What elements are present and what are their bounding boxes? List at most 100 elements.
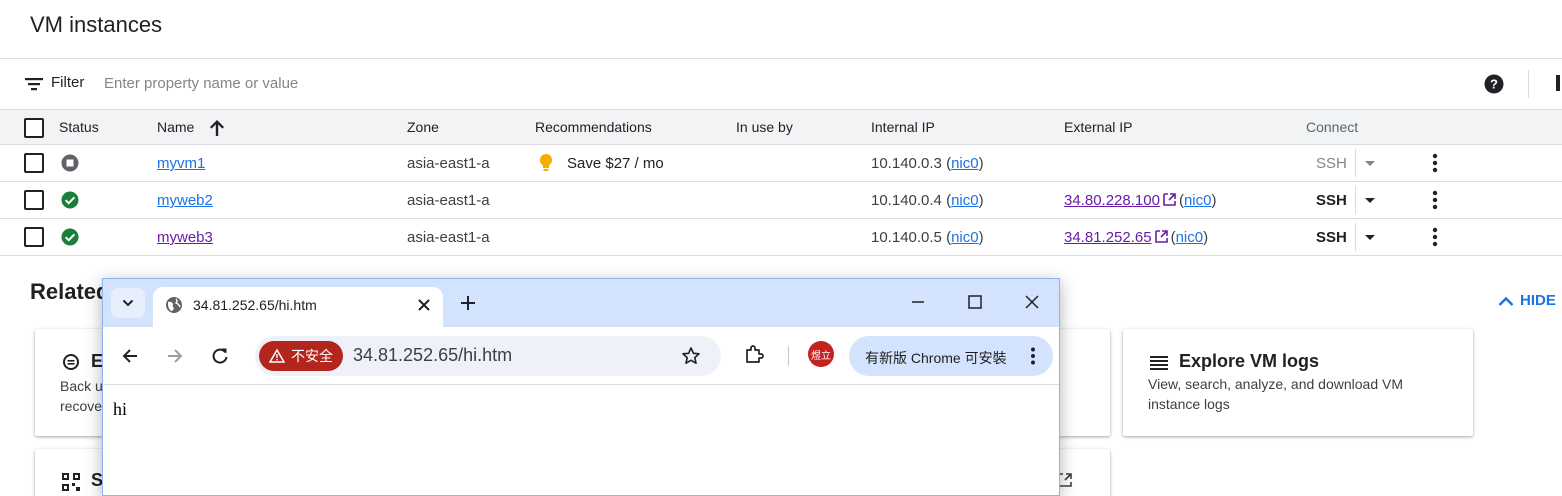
divider	[1355, 149, 1356, 177]
avatar-label: 煜立	[811, 350, 831, 362]
open-in-new-icon	[1154, 230, 1168, 243]
running-status-icon	[61, 191, 79, 209]
forward-arrow-icon[interactable]	[165, 346, 185, 366]
filter-label[interactable]: Filter	[51, 74, 84, 91]
running-status-icon	[61, 228, 79, 246]
external-ip-link[interactable]: 34.81.252.65	[1064, 229, 1152, 246]
row-checkbox[interactable]	[24, 227, 44, 247]
chrome-update-button[interactable]: 有新版 Chrome 可安裝	[849, 336, 1053, 376]
page-title: VM instances	[30, 12, 163, 37]
table-row: myvm1 asia-east1-a Save $27 / mo 10.140.…	[0, 145, 1562, 182]
update-label: 有新版 Chrome 可安裝	[865, 350, 1007, 366]
bookmark-star-icon[interactable]	[681, 346, 701, 366]
maximize-icon[interactable]	[966, 293, 984, 311]
close-window-icon[interactable]	[1023, 293, 1041, 311]
help-icon[interactable]: ?	[1484, 74, 1504, 94]
card-title: Explore VM logs	[1179, 351, 1320, 371]
card-description: Back u	[60, 378, 103, 394]
page-content-text: hi	[113, 399, 128, 419]
instance-name-link[interactable]: myweb3	[157, 229, 213, 246]
table-header: Status Name Zone Recommendations In use …	[0, 109, 1562, 145]
globe-icon	[166, 297, 182, 313]
column-header-name[interactable]: Name	[157, 119, 194, 135]
filter-icon[interactable]	[24, 74, 44, 94]
security-label: 不安全	[291, 348, 333, 364]
qr-code-icon	[62, 473, 80, 491]
close-tab-icon[interactable]	[415, 296, 433, 314]
hide-related-button[interactable]: HIDE	[1498, 292, 1556, 309]
open-in-new-icon	[1163, 193, 1176, 206]
more-actions-icon[interactable]	[1426, 226, 1444, 248]
not-secure-chip[interactable]: 不安全	[259, 341, 343, 371]
external-ip-cell: 34.80.228.100 (nic0)	[1064, 192, 1217, 209]
column-header-zone: Zone	[407, 119, 439, 135]
zone-cell: asia-east1-a	[407, 155, 490, 172]
address-bar[interactable]: 不安全 34.81.252.65/hi.htm	[255, 336, 721, 376]
column-header-internal-ip: Internal IP	[871, 119, 935, 135]
tab-title: 34.81.252.65/hi.htm	[193, 297, 317, 313]
table-row: myweb2 asia-east1-a 10.140.0.4 (nic0) 34…	[0, 182, 1562, 219]
ssh-dropdown-icon[interactable]	[1364, 231, 1376, 243]
divider	[1355, 223, 1356, 251]
related-card-explore-logs[interactable]: Explore VM logs View, search, analyze, a…	[1123, 329, 1473, 436]
minimize-icon[interactable]	[909, 293, 927, 311]
svg-text:?: ?	[1490, 77, 1498, 92]
nic-link[interactable]: nic0	[951, 192, 979, 209]
url-text[interactable]: 34.81.252.65/hi.htm	[353, 345, 512, 366]
chevron-up-icon	[1498, 296, 1514, 306]
divider	[1355, 186, 1356, 214]
column-header-status: Status	[59, 119, 99, 135]
card-description: View, search, analyze, and download VM	[1148, 376, 1404, 392]
zone-cell: asia-east1-a	[407, 229, 490, 246]
divider	[788, 346, 789, 366]
recommendation-link[interactable]: Save $27 / mo	[567, 155, 664, 172]
hide-label: HIDE	[1520, 292, 1556, 309]
divider	[1528, 70, 1529, 98]
card-description: instance logs	[1148, 396, 1230, 412]
external-ip-cell: 34.81.252.65 (nic0)	[1064, 229, 1209, 246]
ssh-button[interactable]: SSH	[1316, 229, 1347, 246]
browser-tab[interactable]: 34.81.252.65/hi.htm	[153, 287, 443, 327]
profile-avatar[interactable]: 煜立	[808, 341, 834, 367]
instance-name-link[interactable]: myvm1	[157, 155, 205, 172]
row-checkbox[interactable]	[24, 190, 44, 210]
filter-bar: Filter ?	[0, 59, 1562, 109]
browser-window: 34.81.252.65/hi.htm 不安全 34.81.252.65/hi.…	[102, 278, 1060, 496]
ssh-dropdown-icon[interactable]	[1364, 194, 1376, 206]
nic-link[interactable]: nic0	[1184, 192, 1212, 209]
table-row: myweb3 asia-east1-a 10.140.0.5 (nic0) 34…	[0, 219, 1562, 256]
tab-search-button[interactable]	[111, 288, 145, 318]
internal-ip-value: 10.140.0.4	[871, 192, 942, 209]
internal-ip-value: 10.140.0.3	[871, 155, 942, 172]
nic-link[interactable]: nic0	[951, 155, 979, 172]
select-all-checkbox[interactable]	[24, 118, 44, 138]
ssh-dropdown-icon[interactable]	[1364, 157, 1376, 169]
nic-link[interactable]: nic0	[951, 229, 979, 246]
sort-ascending-icon[interactable]	[209, 119, 225, 137]
nic-link[interactable]: nic0	[1176, 229, 1204, 246]
more-menu-icon[interactable]	[1029, 346, 1037, 366]
internal-ip-cell: 10.140.0.3 (nic0)	[871, 155, 984, 172]
back-arrow-icon[interactable]	[120, 346, 140, 366]
lightbulb-icon	[540, 154, 552, 171]
instance-name-link[interactable]: myweb2	[157, 192, 213, 209]
external-ip-link[interactable]: 34.80.228.100	[1064, 192, 1160, 209]
browser-toolbar: 不安全 34.81.252.65/hi.htm 煜立 有新版 Chrome 可安…	[103, 327, 1059, 385]
card-description: recove	[60, 398, 103, 414]
new-tab-icon[interactable]	[458, 293, 478, 313]
backup-icon	[63, 354, 79, 370]
extensions-icon[interactable]	[743, 344, 765, 366]
reload-icon[interactable]	[210, 346, 230, 366]
ssh-button[interactable]: SSH	[1316, 155, 1347, 172]
open-in-new-icon[interactable]	[1058, 473, 1072, 487]
column-display-icon[interactable]	[1556, 75, 1560, 91]
more-actions-icon[interactable]	[1426, 152, 1444, 174]
column-header-recommendations: Recommendations	[535, 119, 652, 135]
internal-ip-cell: 10.140.0.5 (nic0)	[871, 229, 984, 246]
filter-input[interactable]	[100, 70, 700, 96]
ssh-button[interactable]: SSH	[1316, 192, 1347, 209]
stopped-status-icon	[61, 154, 79, 172]
row-checkbox[interactable]	[24, 153, 44, 173]
column-header-external-ip: External IP	[1064, 119, 1133, 135]
more-actions-icon[interactable]	[1426, 189, 1444, 211]
